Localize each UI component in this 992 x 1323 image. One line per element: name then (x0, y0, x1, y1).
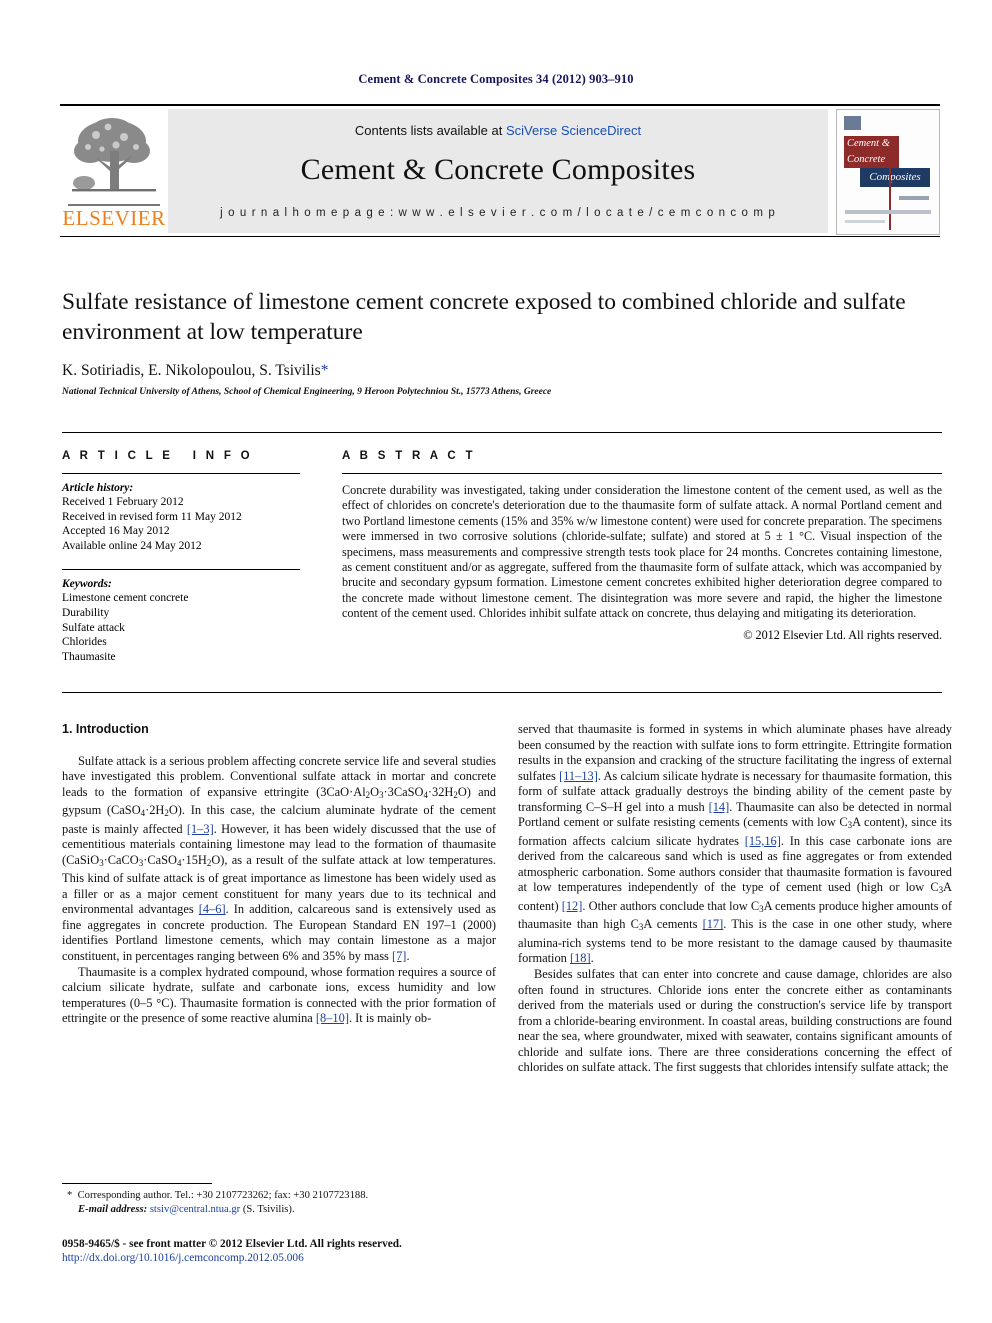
keyword-item: Limestone cement concrete (62, 592, 189, 605)
text-run: . Other authors conclude that low C (582, 898, 760, 913)
text-run: . (590, 951, 594, 966)
body-paragraph: Sulfate attack is a serious problem affe… (62, 754, 496, 965)
author-list: K. Sotiriadis, E. Nikolopoulou, S. Tsivi… (62, 362, 942, 380)
text-run: . (406, 948, 410, 963)
footnote-line: * Corresponding author. Tel.: +30 210772… (62, 1189, 496, 1203)
abstract-copyright: © 2012 Elsevier Ltd. All rights reserved… (743, 627, 942, 642)
citation-link[interactable]: [15,16] (745, 834, 781, 848)
body-column-right: served that thaumasite is formed in syst… (518, 722, 952, 1076)
keyword-item: Durability (62, 606, 110, 619)
page-footer: 0958-9465/$ - see front matter © 2012 El… (62, 1237, 562, 1266)
journal-homepage[interactable]: j o u r n a l h o m e p a g e : w w w . … (168, 207, 828, 219)
abstract-bottom-rule (62, 692, 942, 693)
citation-link[interactable]: [4–6] (199, 902, 226, 916)
journal-title: Cement & Concrete Composites (300, 153, 696, 186)
text-run: O (370, 784, 380, 799)
elsevier-tree-icon (66, 111, 162, 205)
corresponding-author-footnote: * Corresponding author. Tel.: +30 210772… (62, 1183, 496, 1216)
citation-link[interactable]: [11–13] (559, 769, 598, 783)
article-info-block: A R T I C L E I N F O Article history: R… (62, 450, 300, 664)
cover-placeholder-line-2 (845, 210, 931, 214)
contents-prefix: Contents lists available at (354, 123, 506, 138)
article-history-item: Received 1 February 2012 (62, 496, 184, 508)
citation-link[interactable]: [14] (709, 800, 730, 814)
elsevier-logo: ELSEVIER (60, 109, 168, 233)
journal-masthead: ELSEVIER Contents lists available at Sci… (60, 104, 940, 237)
cover-placeholder-line-1 (899, 196, 929, 200)
keyword-item: Thaumasite (62, 650, 116, 663)
article-history-item: Available online 24 May 2012 (62, 539, 202, 552)
citation-link[interactable]: [7] (392, 949, 406, 963)
footnote-rule (62, 1183, 212, 1184)
abstract-top-rule (62, 432, 942, 433)
cover-spine-line (889, 168, 891, 230)
abstract-rule (342, 473, 942, 474)
text-run: ·15H (181, 852, 207, 867)
abstract-block: A B S T R A C T Concrete durability was … (342, 450, 942, 643)
cover-placeholder-line-3 (845, 220, 885, 223)
section-heading-introduction: 1. Introduction (62, 722, 149, 736)
article-page: Cement & Concrete Composites 34 (2012) 9… (0, 0, 992, 1323)
cover-publisher-mark (844, 116, 861, 130)
contents-available-line: Contents lists available at SciVerse Sci… (168, 123, 828, 138)
cover-title-line2: Concrete (844, 152, 899, 168)
elsevier-wordmark: ELSEVIER (62, 206, 166, 230)
email-label: E-mail address: (78, 1203, 148, 1215)
sciencedirect-link[interactable]: SciVerse ScienceDirect (506, 123, 641, 138)
corresponding-author-marker: * (320, 362, 329, 379)
footnote-marker: * (67, 1190, 73, 1201)
keywords-rule (62, 569, 300, 571)
doi-line: http://dx.doi.org/10.1016/j.cemconcomp.2… (62, 1251, 562, 1265)
keyword-item: Chlorides (62, 636, 107, 649)
text-run: ·3CaSO (383, 784, 424, 799)
article-info-rule (62, 473, 300, 474)
text-run: ·32H (427, 784, 454, 799)
article-history-item: Received in revised form 11 May 2012 (62, 510, 242, 523)
email-link[interactable]: stsiv@central.ntua.gr (150, 1204, 240, 1215)
citation-link[interactable]: [17] (703, 917, 724, 931)
citation-link[interactable]: [12] (562, 899, 583, 913)
masthead-center-panel: Contents lists available at SciVerse Sci… (168, 109, 828, 233)
citation-link[interactable]: [8–10] (316, 1011, 349, 1025)
text-run: . It is mainly ob- (348, 1011, 432, 1026)
article-info-heading: A R T I C L E I N F O (62, 450, 253, 462)
page-title: Sulfate resistance of limestone cement c… (62, 289, 906, 345)
doi-link[interactable]: http://dx.doi.org/10.1016/j.cemconcomp.2… (62, 1252, 304, 1264)
abstract-text: Concrete durability was investigated, ta… (342, 483, 942, 621)
body-paragraph: Thaumasite is a complex hydrated compoun… (62, 965, 496, 1027)
citation-link[interactable]: [18] (570, 951, 591, 965)
cover-title-line1: Cement & (844, 136, 899, 152)
footnote-email-line: E-mail address: stsiv@central.ntua.gr (S… (62, 1203, 496, 1217)
article-history-item: Accepted 16 May 2012 (62, 525, 170, 538)
text-run: ·CaCO (103, 852, 139, 867)
keyword-item: Sulfate attack (62, 621, 125, 634)
author-names: K. Sotiriadis, E. Nikolopoulou, S. Tsivi… (62, 362, 321, 379)
cover-title-line3: Composites (860, 168, 930, 187)
text-run: ·2H (145, 803, 165, 818)
keywords-label: Keywords: (62, 578, 112, 591)
text-run: ·CaSO (143, 852, 177, 867)
body-paragraph: served that thaumasite is formed in syst… (518, 722, 952, 967)
body-paragraph: Besides sulfates that can enter into con… (518, 967, 952, 1075)
journal-cover-thumbnail: Cement & Concrete Composites (836, 109, 940, 235)
email-owner: (S. Tsivilis). (242, 1203, 295, 1215)
affiliation: National Technical University of Athens,… (62, 387, 552, 397)
article-history-label: Article history: (62, 482, 134, 494)
abstract-heading: A B S T R A C T (342, 450, 476, 462)
running-head: Cement & Concrete Composites 34 (2012) 9… (358, 72, 634, 86)
footnote-text: Corresponding author. Tel.: +30 21077232… (77, 1190, 369, 1201)
issn-copyright-line: 0958-9465/$ - see front matter © 2012 El… (62, 1238, 402, 1250)
text-run: A cements (643, 917, 703, 932)
citation-link[interactable]: [1–3] (187, 822, 214, 836)
body-column-left: 1. Introduction Sulfate attack is a seri… (62, 722, 496, 1027)
